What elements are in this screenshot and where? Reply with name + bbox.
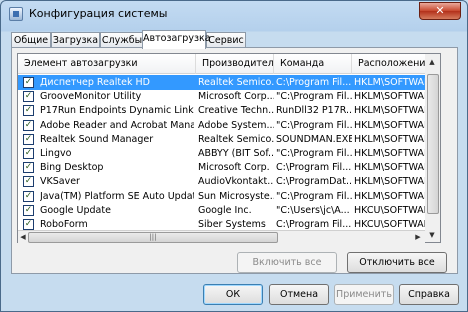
cell-manufacturer: Realtek Semico... [198, 77, 274, 88]
help-button[interactable]: Справка [399, 284, 459, 305]
column-header-command[interactable]: Команда [274, 54, 352, 74]
cell-item: GrooveMonitor Utility [40, 91, 142, 103]
cell-location: HKLM\SOFTWARE\M... [354, 119, 434, 131]
cancel-button[interactable]: Отмена [269, 284, 329, 305]
list-header: Элемент автозагрузки Производитель Коман… [18, 54, 440, 74]
cell-manufacturer: Google Inc. [198, 204, 252, 216]
cell-command: "C:\Users\jc\A... [276, 204, 350, 216]
startup-items-list[interactable]: Элемент автозагрузки Производитель Коман… [17, 53, 441, 243]
cell-item: VKSaver [40, 176, 80, 188]
horizontal-scrollbar[interactable]: ◀ ||| ▶ [18, 230, 425, 243]
cell-item: Realtek Sound Manager [40, 133, 154, 145]
cell-manufacturer: Microsoft Corp... [198, 91, 274, 103]
table-row[interactable]: ✓ Adobe Reader and Acrobat Manager Adobe S… [18, 118, 434, 133]
tab-boot[interactable]: Загрузка [51, 32, 100, 48]
cell-item: Bing Desktop [40, 162, 104, 174]
cell-manufacturer: Creative Techn... [198, 105, 274, 117]
tab-tools[interactable]: Сервис [206, 32, 246, 48]
apply-button[interactable]: Применить [334, 284, 394, 305]
cell-location: HKLM\SOFTWARE\M... [354, 176, 434, 188]
table-row[interactable]: ✓ Realtek Sound Manager Realtek Semico... S… [18, 132, 434, 147]
cell-command: "C:\Program Fil... [276, 91, 352, 103]
row-checkbox[interactable]: ✓ [23, 77, 34, 88]
cell-location: HKLM\SOFTWARE\M... [354, 77, 434, 88]
cell-manufacturer: Realtek Semico... [198, 133, 274, 145]
cell-command: "C:\Program Fil... [276, 148, 352, 159]
tab-general[interactable]: Общие [11, 32, 51, 48]
cell-command: C:\Program Fil... [276, 162, 352, 174]
cell-command: "C:\Program Fil... [276, 119, 352, 131]
cell-command: C:\ProgramDat... [276, 176, 352, 188]
cell-location: HKLM\SOFTWARE\M... [354, 190, 434, 202]
scroll-right-arrow-icon[interactable]: ▶ [411, 230, 425, 244]
cell-location: HKLM\SOFTWARE\M... [354, 91, 434, 103]
scroll-down-arrow-icon[interactable]: ▼ [425, 228, 439, 242]
disable-all-button[interactable]: Отключить все [347, 252, 447, 273]
cell-command: "C:\Program Fil... [276, 190, 352, 202]
cell-manufacturer: AudioVkontakt... [198, 176, 274, 188]
cell-command: SOUNDMAN.EXE [276, 133, 352, 145]
row-checkbox[interactable]: ✓ [23, 176, 34, 188]
table-row[interactable]: ✓ Bing Desktop Microsoft Corp. C:\Program F… [18, 160, 434, 175]
row-checkbox[interactable]: ✓ [23, 105, 34, 117]
cell-location: HKLM\SOFTWARE\M... [354, 148, 434, 159]
table-row[interactable]: ✓ GrooveMonitor Utility Microsoft Corp... "… [18, 89, 434, 104]
cell-command: RunDll32 P17R... [276, 105, 352, 117]
table-row[interactable]: ✓ Lingvo ABBYY (BIT Sof... "C:\Program Fil.… [18, 146, 434, 161]
horizontal-scroll-thumb[interactable]: ||| [28, 232, 278, 243]
cell-location: HKLM\SOFTWARE\M... [354, 162, 434, 174]
cell-item: P17Run Endpoints Dynamic Link Library [40, 105, 194, 117]
close-button[interactable]: ✕ [419, 2, 461, 20]
table-row[interactable]: ✓ VKSaver AudioVkontakt... C:\ProgramDat...… [18, 174, 434, 189]
cell-command: C:\Program Fil... [276, 77, 352, 88]
column-header-item[interactable]: Элемент автозагрузки [18, 54, 196, 74]
cell-item: Adobe Reader and Acrobat Manager [40, 119, 194, 131]
row-checkbox[interactable]: ✓ [23, 190, 34, 202]
cell-location: HKLM\SOFTWARE\M... [354, 105, 434, 117]
system-configuration-window: Конфигурация системы ✕ Общие Загрузка Сл… [0, 0, 468, 312]
cell-item: Java(TM) Platform SE Auto Updater ... [40, 190, 194, 202]
table-row[interactable]: ✓ Google Update Google Inc. "C:\Users\jc\A.… [18, 203, 434, 218]
tab-startup[interactable]: Автозагрузка [142, 30, 211, 49]
cell-location: HKCU\SOFTWARE\M... [354, 204, 434, 216]
cell-item: Lingvo [40, 148, 72, 159]
cell-manufacturer: Microsoft Corp. [198, 162, 270, 174]
cell-location: HKLM\SOFTWARE\M... [354, 133, 434, 145]
msconfig-app-icon [9, 7, 23, 21]
column-header-manufacturer[interactable]: Производитель [196, 54, 274, 74]
row-checkbox[interactable]: ✓ [23, 219, 34, 230]
row-checkbox[interactable]: ✓ [23, 148, 34, 159]
cell-manufacturer: ABBYY (BIT Sof... [198, 148, 274, 159]
table-row[interactable]: ✓ Диспетчер Realtek HD Realtek Semico... C:… [18, 75, 434, 90]
row-checkbox[interactable]: ✓ [23, 162, 34, 174]
row-checkbox[interactable]: ✓ [23, 91, 34, 103]
tab-services[interactable]: Службы [100, 32, 144, 48]
ok-button[interactable]: ОК [203, 284, 263, 305]
cell-manufacturer: Sun Microsyste... [198, 190, 274, 202]
enable-all-button[interactable]: Включить все [237, 252, 337, 273]
scroll-up-arrow-icon[interactable]: ▲ [425, 55, 439, 69]
cell-item: Диспетчер Realtek HD [40, 77, 150, 88]
scroll-grip-icon: ||| [149, 233, 157, 241]
row-checkbox[interactable]: ✓ [23, 204, 34, 216]
vertical-scroll-thumb[interactable] [427, 74, 439, 214]
title-bar[interactable]: Конфигурация системы ✕ [1, 1, 467, 28]
vertical-scrollbar[interactable]: ▲ ▼ [425, 53, 441, 243]
cell-item: Google Update [40, 204, 111, 216]
row-checkbox[interactable]: ✓ [23, 119, 34, 131]
table-row[interactable]: ✓ Java(TM) Platform SE Auto Updater ... Su… [18, 189, 434, 204]
row-checkbox[interactable]: ✓ [23, 133, 34, 145]
cell-manufacturer: Adobe System... [198, 119, 274, 131]
table-row[interactable]: ✓ P17Run Endpoints Dynamic Link Library Cr… [18, 103, 434, 118]
window-title: Конфигурация системы [29, 7, 168, 20]
